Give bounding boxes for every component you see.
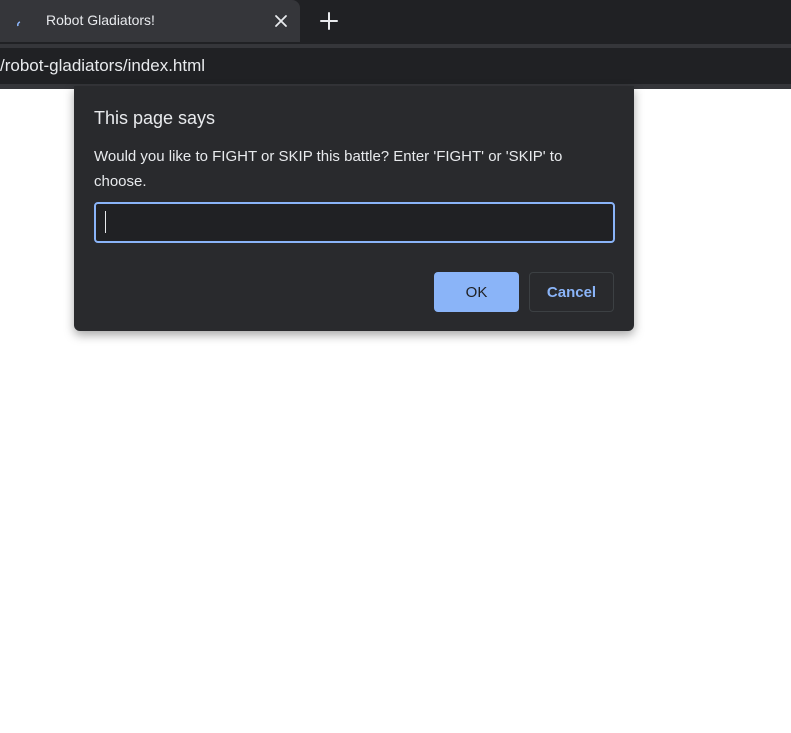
dialog-message: Would you like to FIGHT or SKIP this bat… bbox=[94, 148, 563, 190]
browser-tab-robot-gladiators[interactable]: Robot Gladiators! bbox=[0, 0, 300, 42]
plus-icon[interactable] bbox=[316, 8, 342, 34]
browser-tabstrip: Robot Gladiators! bbox=[0, 0, 791, 44]
ok-button[interactable]: OK bbox=[434, 272, 519, 312]
close-icon[interactable] bbox=[270, 10, 292, 32]
prompt-input[interactable] bbox=[94, 202, 615, 243]
text-caret bbox=[105, 211, 106, 233]
cancel-button[interactable]: Cancel bbox=[529, 272, 614, 312]
url-text: /robot-gladiators/index.html bbox=[0, 56, 206, 75]
tab-title: Robot Gladiators! bbox=[46, 12, 155, 28]
loading-spinner-icon bbox=[17, 14, 23, 27]
browser-toolbar: /robot-gladiators/index.html bbox=[0, 44, 791, 89]
prompt-dialog: This page says Would you like to FIGHT o… bbox=[74, 86, 634, 331]
address-bar[interactable]: /robot-gladiators/index.html bbox=[0, 48, 791, 84]
dialog-title: This page says bbox=[94, 108, 216, 128]
